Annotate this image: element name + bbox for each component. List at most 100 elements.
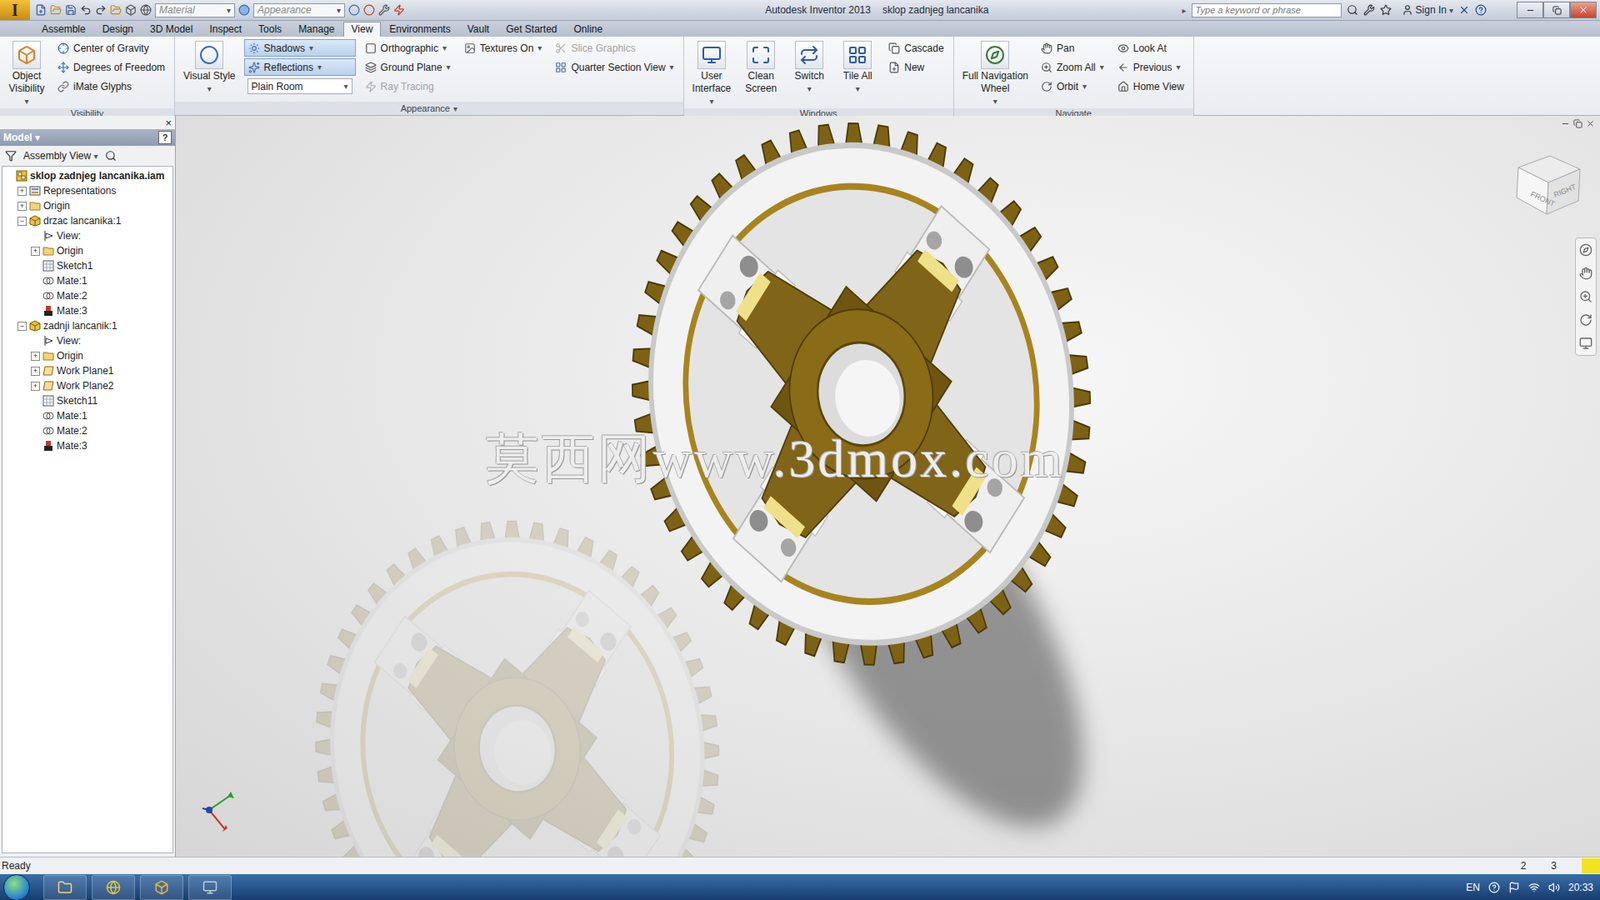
ribbon-button[interactable]: Ray Tracing [360,77,455,95]
environment-select[interactable]: Plain Room▾ [247,78,353,95]
tree-item[interactable]: Sketch11 [2,393,173,409]
tree-expander[interactable] [30,411,40,421]
tree-expander[interactable]: − [17,321,27,331]
ribbon-tab[interactable]: Tools [250,21,290,37]
ribbon-tab[interactable]: View [343,21,382,37]
sprocket[interactable] [597,115,1125,695]
browser-close-button[interactable]: × [0,115,175,130]
ribbon-button[interactable]: Home View [1113,77,1189,95]
tree-expander[interactable] [30,441,40,451]
ribbon-button[interactable]: Ground Plane▾ [360,58,455,76]
favorites-icon[interactable] [1380,4,1392,16]
application-menu-button[interactable]: I [0,0,30,20]
tree-expander[interactable]: + [30,381,40,391]
zoom-icon[interactable] [1579,290,1593,304]
action-center-icon[interactable] [1508,881,1520,894]
close-button[interactable] [1570,1,1597,19]
project-icon[interactable] [110,4,122,16]
tree-expander[interactable]: + [30,351,40,361]
wheel-icon[interactable] [1579,243,1593,257]
parameters-icon[interactable] [378,4,390,16]
ribbon-tab[interactable]: Get Started [497,21,565,37]
tree-expander[interactable] [30,261,40,271]
ribbon-button[interactable]: Slice Graphics [550,39,678,57]
ribbon-button[interactable]: iMate Glyphs [53,77,170,95]
tree-item[interactable]: −zadnji lancanik:1 [2,318,173,334]
tree-expander[interactable]: + [30,246,40,256]
find-icon[interactable] [105,150,117,162]
new-file-icon[interactable] [35,4,47,16]
tree-item[interactable]: +Origin [2,198,173,214]
browser-view-select[interactable]: Assembly View ▾ [23,150,99,162]
tree-item[interactable]: +Origin [2,348,173,364]
sprocket[interactable] [286,495,749,857]
taskbar-app[interactable] [188,875,232,900]
taskbar-app[interactable] [91,875,135,900]
start-button[interactable] [3,874,30,900]
tree-item[interactable]: View: [2,333,173,349]
ribbon-button[interactable]: Zoom All▾ [1036,58,1109,76]
tree-item[interactable]: Mate:2 [2,423,173,439]
ribbon-button[interactable]: Quarter Section View▾ [550,58,678,76]
tree-expander[interactable] [30,306,40,316]
orbit-icon[interactable] [1579,313,1593,327]
tree-expander[interactable]: − [17,216,27,226]
pan-icon[interactable] [1579,266,1593,280]
ribbon-tab[interactable]: Manage [290,21,343,37]
search-icon[interactable] [1346,4,1359,16]
sign-in-button[interactable]: Sign In▾ [1401,4,1454,16]
tree-item[interactable]: +Work Plane2 [2,378,173,394]
filter-icon[interactable] [5,150,17,162]
exchange-icon[interactable] [1458,4,1470,16]
tree-expander[interactable] [4,171,14,181]
material-select[interactable]: Material▾ [155,3,235,18]
volume-icon[interactable] [1548,881,1560,894]
minimize-button[interactable] [1516,1,1544,19]
browser-header[interactable]: Model ▾? [0,129,175,146]
ribbon-button[interactable]: Shadows▾ [244,39,356,57]
help-search-field[interactable]: Type a keyword or phrase [1191,3,1342,18]
tree-item[interactable]: Mate:1 [2,408,173,424]
appearance-select[interactable]: Appearance▾ [253,3,345,18]
clear-override-icon[interactable] [363,4,375,16]
tree-item[interactable]: Mate:3 [2,303,173,319]
save-icon[interactable] [65,4,77,16]
help-icon[interactable] [1488,881,1500,894]
tree-expander[interactable] [30,336,40,346]
ribbon-large-button[interactable]: Switch▾ [787,39,831,96]
help-icon[interactable] [1475,4,1487,16]
taskbar-app[interactable] [43,875,87,900]
ribbon-button[interactable]: Pan [1036,39,1109,57]
ribbon-button[interactable]: Cascade [884,39,948,57]
tree-item[interactable]: sklop zadnjeg lancanika.iam [2,168,173,184]
color-override-icon[interactable] [348,4,360,16]
tree-expander[interactable] [30,291,40,301]
maximize-button[interactable] [1543,1,1570,19]
undo-icon[interactable] [80,4,92,16]
ribbon-button[interactable]: Orbit▾ [1036,77,1109,95]
tree-item[interactable]: Sketch1 [2,258,173,274]
select-icon[interactable] [125,4,137,16]
tree-item[interactable]: View: [2,228,173,244]
tree-item[interactable]: +Origin [2,243,173,259]
ribbon-large-button[interactable]: Visual Style▾ [180,39,239,96]
tree-item[interactable]: −drzac lancanika:1 [2,213,173,229]
tree-expander[interactable] [30,396,40,406]
panel-title[interactable]: Appearance▾ [175,101,684,115]
network-icon[interactable] [1528,881,1540,894]
ribbon-tab[interactable]: 3D Model [141,21,201,37]
ribbon-button[interactable]: Previous▾ [1113,58,1189,76]
look-at-icon[interactable] [1579,336,1593,350]
ribbon-button[interactable]: New [884,58,948,76]
ribbon-large-button[interactable]: Tile All▾ [835,39,880,96]
redo-icon[interactable] [95,4,107,16]
minimize-icon[interactable] [1560,119,1570,129]
clock[interactable]: 20:33 [1568,881,1594,894]
ribbon-tab[interactable]: Design [94,21,142,37]
ribbon-tab[interactable]: Inspect [200,21,250,37]
ribbon-button[interactable]: Look At [1113,39,1189,57]
close-icon[interactable] [1585,119,1595,129]
tree-expander[interactable] [30,426,40,436]
ribbon-tab[interactable]: Environments [380,21,459,37]
ribbon-button[interactable]: Orthographic▾ [360,39,455,57]
